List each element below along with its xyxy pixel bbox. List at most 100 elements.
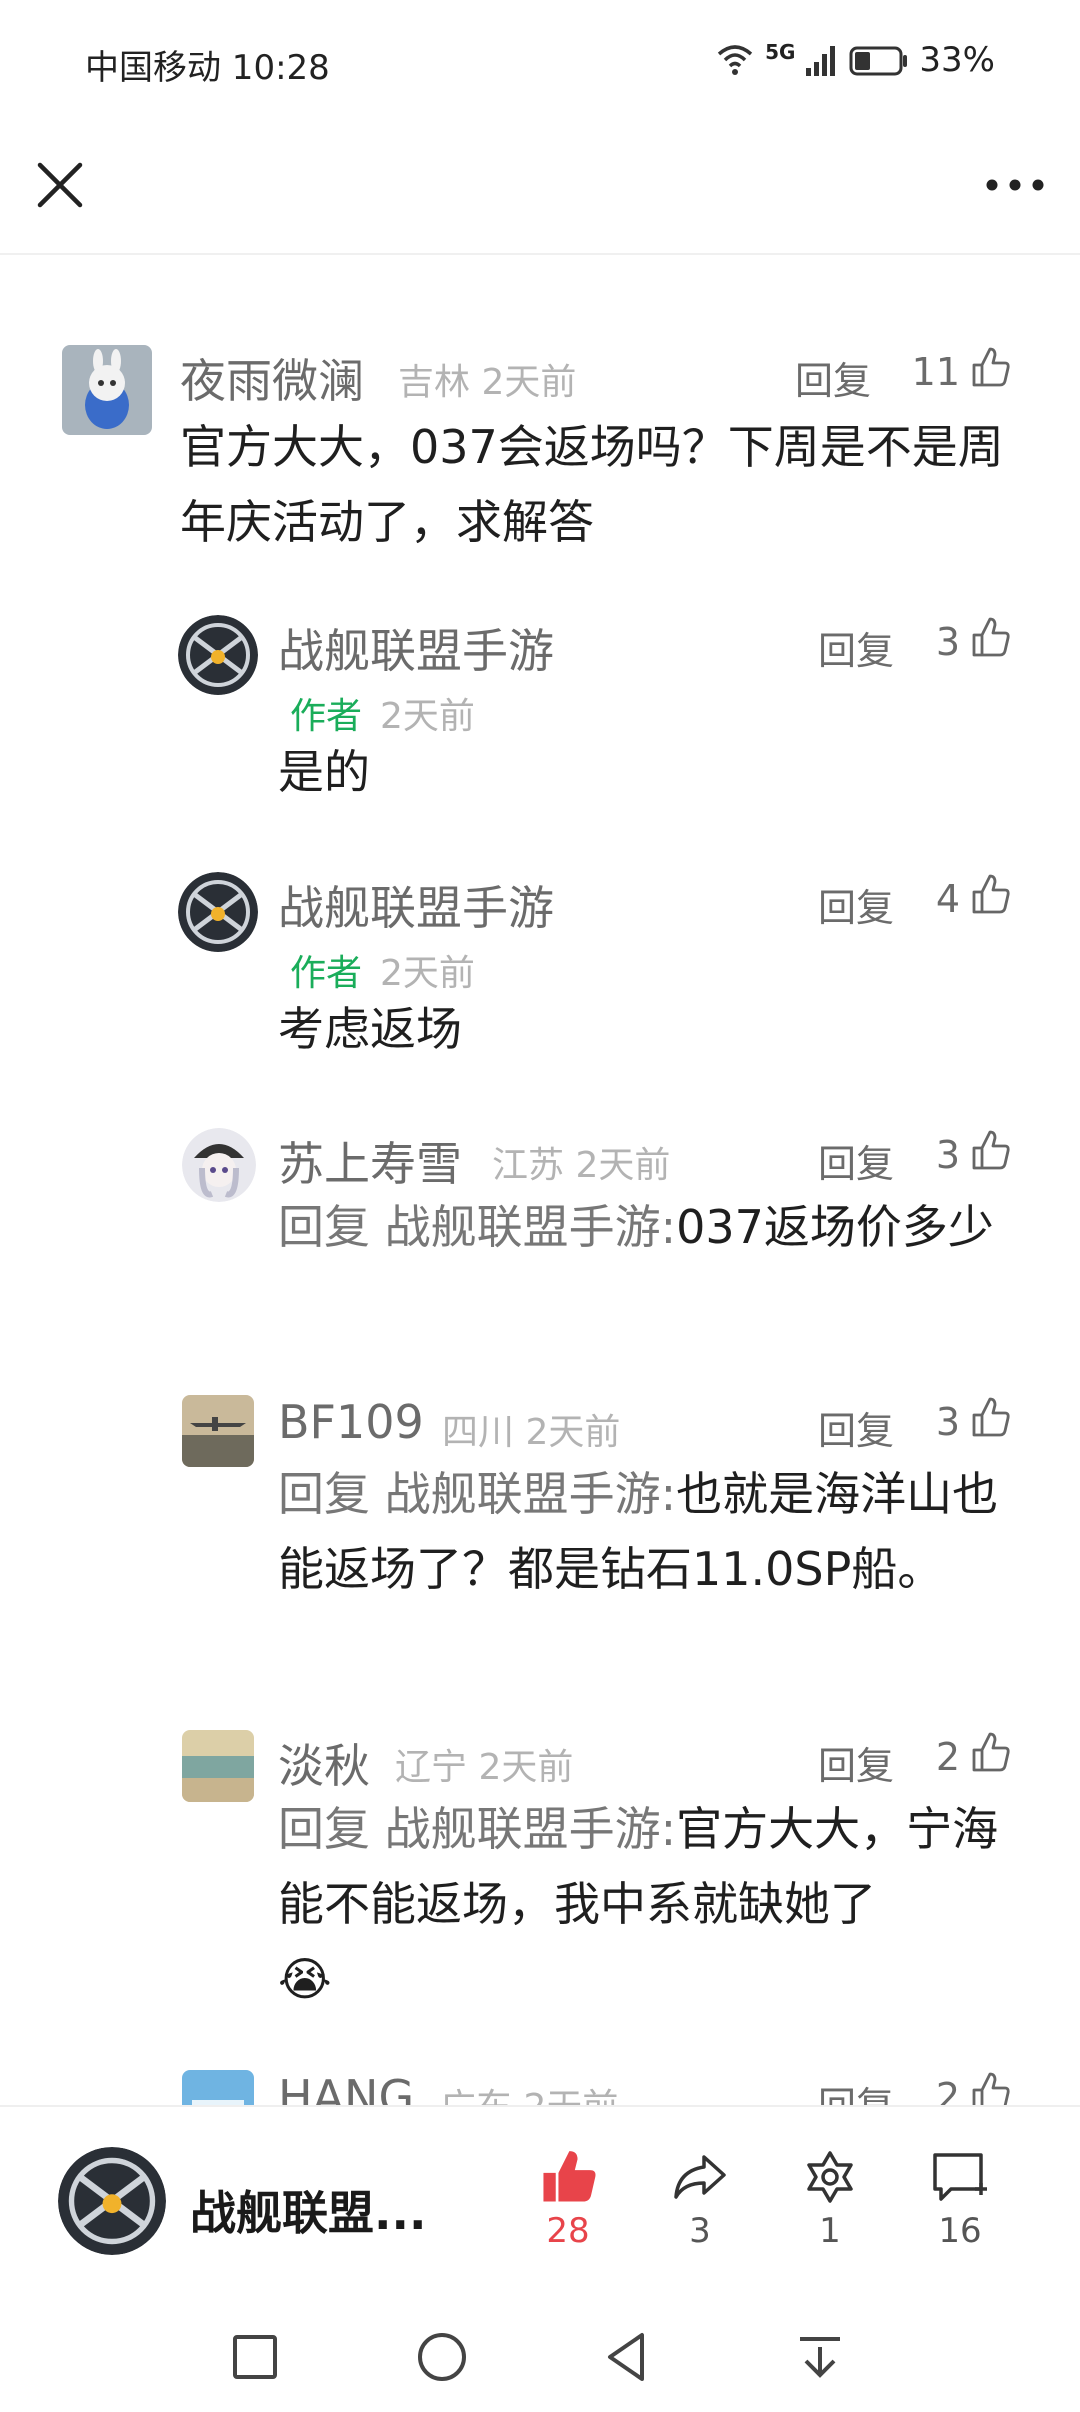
reply-prefix[interactable]: 回复 战舰联盟手游: xyxy=(278,1802,676,1856)
avatar[interactable] xyxy=(62,345,152,435)
comment-text: 回复 战舰联盟手游:官方大大，宁海能不能返场，我中系就缺她了 😭 xyxy=(278,1792,1018,2017)
comment-time: 2天前 xyxy=(525,1412,621,1453)
comment-count: 16 xyxy=(938,2211,982,2251)
comment-location: 江苏 xyxy=(492,1145,565,1186)
signal-icon xyxy=(806,46,836,76)
thumbs-up-filled-icon xyxy=(543,2151,596,2202)
avatar[interactable] xyxy=(182,1395,254,1467)
like-count: 3 xyxy=(935,1133,960,1177)
crying-emoji-icon: 😭 xyxy=(278,1952,332,2006)
notification-pull-icon[interactable] xyxy=(790,2327,850,2387)
reply-text: 037返场价多少 xyxy=(676,1200,994,1254)
thumbs-up-icon[interactable] xyxy=(968,2070,1012,2105)
reply-button[interactable]: 回复 xyxy=(818,1735,894,1790)
comment-text: 官方大大，037会返场吗？下周是不是周年庆活动了，求解答 xyxy=(180,420,1004,549)
comment-location: 广东 xyxy=(440,2087,512,2105)
like-count: 28 xyxy=(546,2211,590,2251)
account-avatar[interactable] xyxy=(58,2147,166,2255)
recents-icon[interactable] xyxy=(225,2327,285,2387)
comment-add-icon xyxy=(933,2153,987,2201)
comment-item: 夜雨微澜 吉林 2天前 回复 11 官方大大，037会返场吗？下周是不是周年庆活… xyxy=(0,345,1080,585)
avatar[interactable] xyxy=(178,872,258,952)
reply-item: HANG 广东 2天前 回复 2 xyxy=(0,2070,1080,2105)
comment-text: 是的 xyxy=(278,745,370,799)
author-badge: 作者 xyxy=(290,953,363,994)
like-button[interactable]: 28 xyxy=(513,2147,623,2251)
reply-prefix[interactable]: 回复 战舰联盟手游: xyxy=(278,1200,676,1254)
comment-text: 回复 战舰联盟手游:037返场价多少 xyxy=(278,1190,1018,1265)
comment-author[interactable]: BF109 xyxy=(278,1395,424,1449)
comment-author[interactable]: HANG xyxy=(278,2070,414,2105)
comment-meta: 辽宁 2天前 xyxy=(395,1738,573,1790)
comment-text: 回复 战舰联盟手游:也就是海洋山也能返场了？都是钻石11.0SP船。 xyxy=(278,1457,1018,1607)
comment-button[interactable]: 16 xyxy=(905,2147,1015,2251)
wifi-icon xyxy=(717,45,753,75)
comment-time: 2天前 xyxy=(380,696,475,737)
system-nav-bar xyxy=(0,2305,1080,2412)
comment-location: 辽宁 xyxy=(395,1747,468,1788)
thumbs-up-icon[interactable] xyxy=(968,615,1012,659)
comment-author[interactable]: 淡秋 xyxy=(278,1730,370,1796)
thumbs-up-icon[interactable] xyxy=(968,1128,1012,1172)
reply-button[interactable]: 回复 xyxy=(818,2075,894,2105)
comment-meta: 江苏 2天前 xyxy=(492,1136,670,1188)
favorite-button[interactable]: 1 xyxy=(775,2147,885,2251)
comment-list: 夜雨微澜 吉林 2天前 回复 11 官方大大，037会返场吗？下周是不是周年庆活… xyxy=(0,255,1080,2105)
comment-location: 四川 xyxy=(442,1412,515,1453)
thumbs-up-icon[interactable] xyxy=(968,872,1012,916)
author-badge: 作者 xyxy=(290,696,363,737)
comment-time: 2天前 xyxy=(481,362,577,403)
status-bar: 中国移动 10:28 5G 33% xyxy=(0,0,1080,125)
avatar[interactable] xyxy=(182,1128,256,1202)
reply-item: 战舰联盟手游 回复 3 作者 2天前 是的 xyxy=(0,615,1080,845)
comment-time: 2天前 xyxy=(380,953,475,994)
comment-meta: 广东 2天前 xyxy=(440,2078,618,2105)
reply-item: 苏上寿雪 江苏 2天前 回复 3 回复 战舰联盟手游:037返场价多少 xyxy=(0,1128,1080,1358)
comment-author[interactable]: 夜雨微澜 xyxy=(180,345,364,411)
status-icons: 5G 33% xyxy=(715,40,995,80)
reply-button[interactable]: 回复 xyxy=(795,350,871,405)
avatar[interactable] xyxy=(182,1730,254,1802)
avatar[interactable] xyxy=(178,615,258,695)
battery-level: 33% xyxy=(919,40,995,80)
more-icon[interactable] xyxy=(980,155,1050,215)
home-icon[interactable] xyxy=(412,2327,472,2387)
reply-item: BF109 四川 2天前 回复 3 回复 战舰联盟手游:也就是海洋山也能返场了？… xyxy=(0,1395,1080,1715)
comment-author[interactable]: 苏上寿雪 xyxy=(278,1128,462,1194)
like-count: 3 xyxy=(935,1400,960,1444)
like-count: 4 xyxy=(935,877,960,921)
like-count: 3 xyxy=(935,620,960,664)
back-icon[interactable] xyxy=(598,2327,658,2387)
comment-author[interactable]: 战舰联盟手游 xyxy=(278,615,554,681)
comment-author[interactable]: 战舰联盟手游 xyxy=(278,872,554,938)
comment-time: 2天前 xyxy=(478,1747,574,1788)
reply-item: 战舰联盟手游 回复 4 作者 2天前 考虑返场 xyxy=(0,872,1080,1102)
avatar[interactable] xyxy=(182,2070,254,2105)
reply-button[interactable]: 回复 xyxy=(818,877,894,932)
share-button[interactable]: 3 xyxy=(645,2147,755,2251)
comment-location: 吉林 xyxy=(398,362,471,403)
like-count: 2 xyxy=(935,2075,960,2105)
thumbs-up-icon[interactable] xyxy=(968,1730,1012,1774)
network-type: 5G xyxy=(765,40,796,64)
reply-button[interactable]: 回复 xyxy=(818,1133,894,1188)
share-icon xyxy=(674,2155,726,2199)
star-icon xyxy=(807,2151,853,2203)
like-count: 11 xyxy=(911,350,960,394)
comment-meta: 吉林 2天前 xyxy=(398,353,576,405)
reply-button[interactable]: 回复 xyxy=(818,620,894,675)
thumbs-up-icon[interactable] xyxy=(968,345,1012,389)
close-icon[interactable] xyxy=(30,155,90,215)
like-count: 2 xyxy=(935,1735,960,1779)
comment-time: 2天前 xyxy=(575,1145,671,1186)
reply-prefix[interactable]: 回复 战舰联盟手游: xyxy=(278,1467,676,1521)
action-bar: 战舰联盟... 28 3 1 16 xyxy=(0,2105,1080,2305)
reply-button[interactable]: 回复 xyxy=(818,1400,894,1455)
thumbs-up-icon[interactable] xyxy=(968,1395,1012,1439)
share-count: 3 xyxy=(689,2211,711,2251)
battery-icon xyxy=(849,46,908,76)
carrier-time: 中国移动 10:28 xyxy=(85,48,330,88)
account-name[interactable]: 战舰联盟... xyxy=(190,2177,426,2243)
comment-time: 2天前 xyxy=(523,2087,618,2105)
top-bar xyxy=(0,125,1080,255)
